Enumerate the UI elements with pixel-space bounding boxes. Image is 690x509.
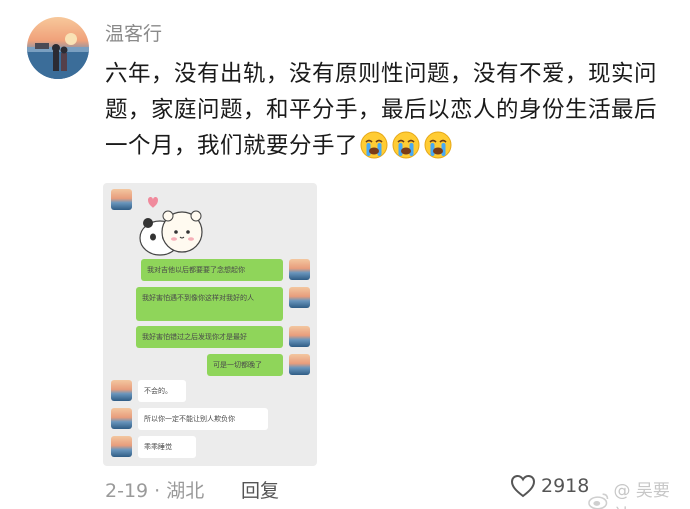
user-avatar[interactable]: [27, 17, 89, 79]
heart-icon: [510, 474, 536, 498]
date-location: 2-19 · 湖北: [105, 480, 205, 502]
weibo-logo-icon: [588, 493, 609, 509]
chat-avatar: [289, 326, 310, 347]
panda-sticker: [139, 197, 203, 256]
watermark-text: @ 吴要社: [613, 481, 670, 509]
chat-avatar: [111, 436, 132, 457]
chat-avatar: [289, 259, 310, 280]
crying-face-icon: [392, 131, 420, 159]
chat-bubble: 我好害怕遇不到像你这样对我好的人: [136, 287, 283, 321]
username[interactable]: 温客行: [105, 19, 162, 46]
watermark: @ 吴要社: [588, 476, 685, 509]
reply-button[interactable]: 回复: [241, 476, 279, 503]
chat-bubble: 不会的。: [138, 380, 186, 402]
like-button[interactable]: 2918: [510, 474, 589, 498]
chat-bubble: 可是一切都晚了: [207, 354, 283, 376]
attached-chat-screenshot[interactable]: 我对吉他以后都要要了念想起你 我好害怕遇不到像你这样对我好的人 我好害怕错过之后…: [103, 183, 317, 466]
chat-avatar: [289, 287, 310, 308]
chat-avatar: [111, 408, 132, 429]
chat-bubble: 所以你一定不能让别人欺负你: [138, 408, 268, 430]
chat-avatar: [111, 380, 132, 401]
post-text: 六年，没有出轨，没有原则性问题，没有不爱，现实问题，家庭问题，和平分手，最后以恋…: [105, 56, 665, 164]
chat-avatar: [289, 354, 310, 375]
chat-bubble: 我对吉他以后都要要了念想起你: [141, 259, 283, 281]
emoji-row: [360, 131, 452, 159]
chat-bubble: 我好害怕错过之后发现你才是最好: [136, 326, 283, 348]
crying-face-icon: [424, 131, 452, 159]
like-count: 2918: [541, 475, 590, 497]
chat-bubble: 乖乖睡觉: [138, 436, 196, 458]
chat-avatar: [111, 189, 132, 210]
crying-face-icon: [360, 131, 388, 159]
post-footer: 2-19 · 湖北 回复 2918 @ 吴要社: [105, 474, 685, 509]
